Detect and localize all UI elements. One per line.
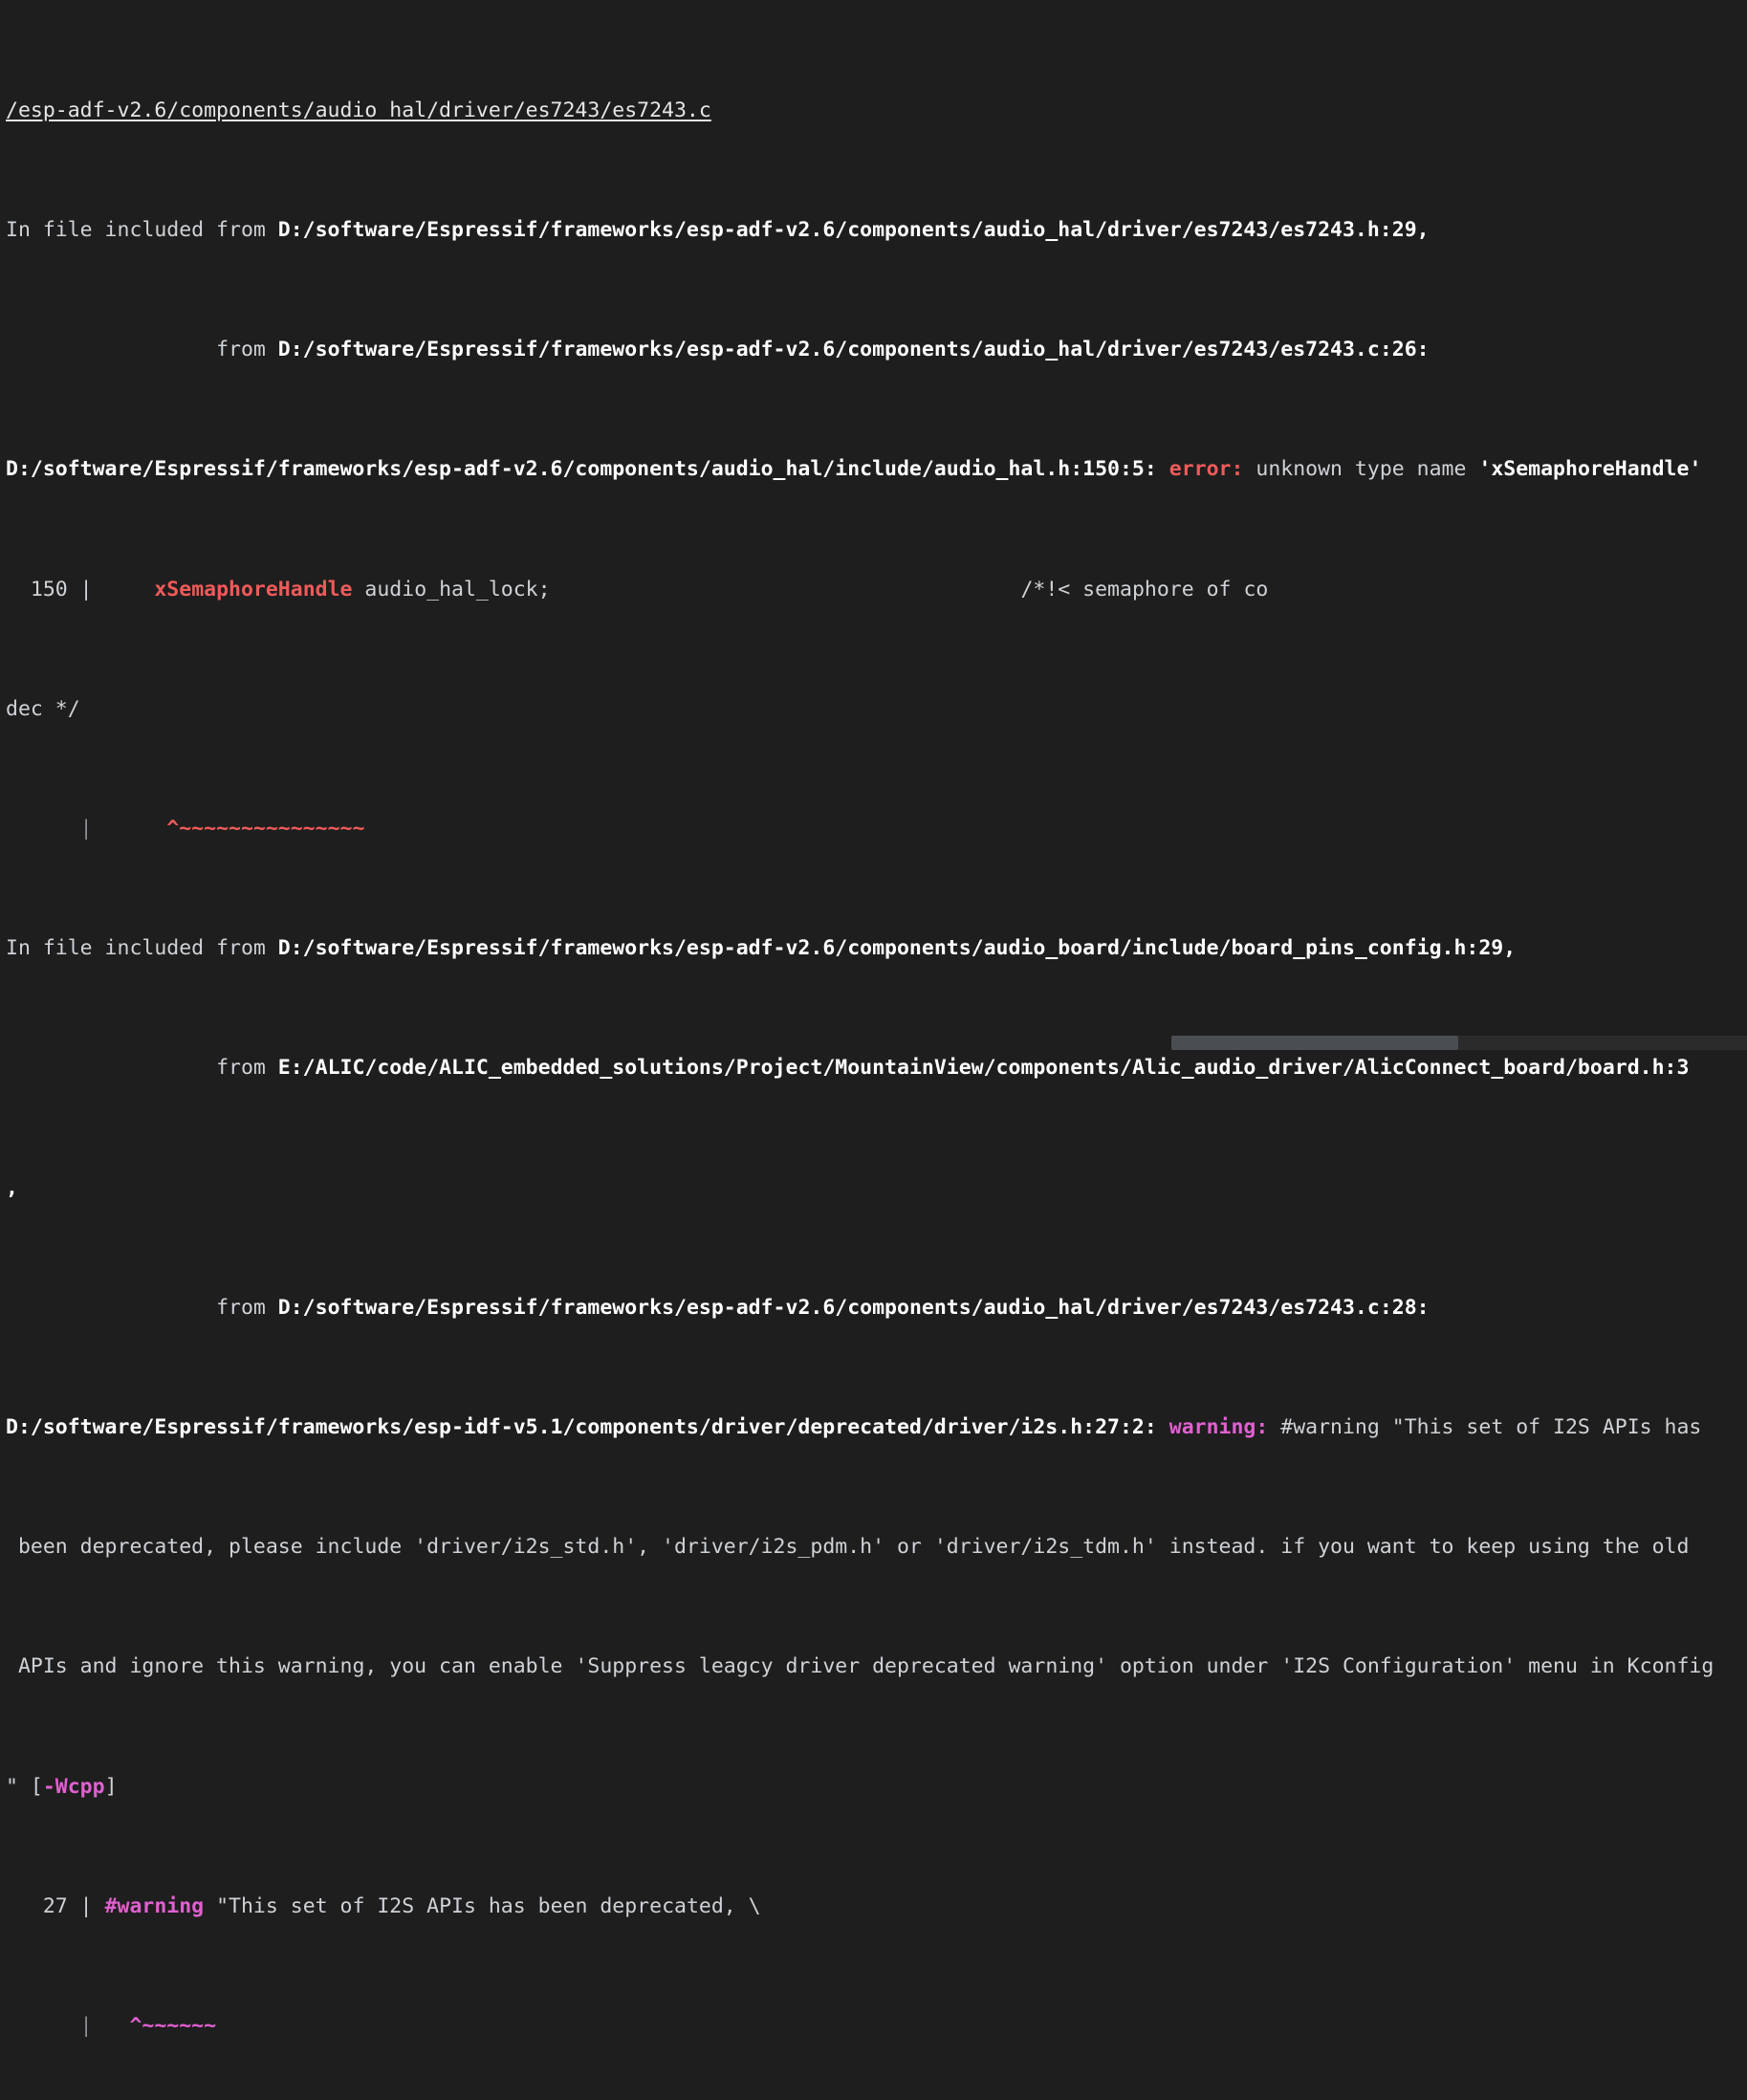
include-trace-line: In file included from D:/software/Espres… <box>6 215 1747 245</box>
source-indent <box>93 578 155 602</box>
diagnostic-message: unknown type name <box>1243 457 1479 482</box>
warning-flag: -Wcpp <box>42 1774 105 1799</box>
include-trace-line: from E:/ALIC/code/ALIC_embedded_solution… <box>6 1053 1747 1083</box>
wrapped-text: dec */ <box>6 696 80 721</box>
include-trace-prefix: from <box>6 338 278 362</box>
diagnostic-flag-line: " [-Wcpp] <box>6 1772 1747 1802</box>
diagnostic-path: D:/software/Espressif/frameworks/esp-idf… <box>6 1414 1157 1439</box>
include-trace-prefix: In file included from <box>6 936 278 961</box>
gutter-bar: | <box>6 2013 105 2038</box>
diagnostic-header: D:/software/Espressif/frameworks/esp-idf… <box>6 1412 1747 1442</box>
flag-bracket-close: ] <box>104 1774 118 1799</box>
terminal-output: /esp-adf-v2.6/components/audio_hal/drive… <box>0 0 1747 2100</box>
include-trace-line: In file included from D:/software/Espres… <box>6 933 1747 963</box>
include-trace-path: D:/software/Espressif/frameworks/esp-adf… <box>277 1295 1430 1320</box>
wrapped-text: been deprecated, please include 'driver/… <box>6 1535 1690 1560</box>
error-squiggle: ^~~~~~~~~~~~~~~~ <box>92 817 365 842</box>
include-trace-prefix: from <box>6 1056 278 1081</box>
wrapped-text: , <box>6 1175 18 1200</box>
file-path-link[interactable]: /esp-adf-v2.6/components/audio_hal/drive… <box>6 98 711 122</box>
source-code-rest: audio_hal_lock; /*!< semaphore of co <box>352 577 1269 602</box>
diagnostic-path: D:/software/Espressif/frameworks/esp-adf… <box>6 457 1157 482</box>
diagnostic-message: #warning "This set of I2S APIs has <box>1268 1414 1702 1439</box>
include-trace-path: E:/ALIC/code/ALIC_embedded_solutions/Pro… <box>277 1056 1690 1081</box>
include-trace-prefix: In file included from <box>6 218 278 243</box>
horizontal-scrollbar-thumb[interactable] <box>1171 1036 1458 1050</box>
highlighted-type-token: xSemaphoreHandle <box>154 577 353 602</box>
caret-line: | ^~~~~~~~~~~~~~~~ <box>6 814 1747 843</box>
caret-line: | ^~~~~~~ <box>6 2011 1747 2041</box>
wrapped-text: APIs and ignore this warning, you can en… <box>6 1654 1714 1679</box>
source-line-number: 150 | <box>6 577 93 602</box>
source-snippet-line: 150 | xSemaphoreHandle audio_hal_lock; /… <box>6 575 1747 604</box>
include-trace-path: D:/software/Espressif/frameworks/esp-adf… <box>277 338 1430 362</box>
highlighted-directive-token: #warning <box>104 1893 205 1918</box>
diagnostic-severity-warning: warning: <box>1168 1414 1269 1439</box>
source-snippet-wrap: dec */ <box>6 694 1747 724</box>
diagnostic-severity-error: error: <box>1168 457 1244 482</box>
flag-bracket-open: " [ <box>6 1774 43 1799</box>
warning-squiggle: ^~~~~~~ <box>104 2013 217 2038</box>
diagnostic-token: 'xSemaphoreHandle' <box>1478 457 1702 482</box>
diagnostic-header: D:/software/Espressif/frameworks/esp-adf… <box>6 454 1747 484</box>
include-trace-path: D:/software/Espressif/frameworks/esp-adf… <box>277 936 1517 961</box>
include-trace-line: from D:/software/Espressif/frameworks/es… <box>6 335 1747 364</box>
source-snippet-line: 27 | #warning "This set of I2S APIs has … <box>6 1892 1747 1921</box>
include-trace-line: from D:/software/Espressif/frameworks/es… <box>6 1293 1747 1323</box>
diagnostic-message-wrap: APIs and ignore this warning, you can en… <box>6 1652 1747 1681</box>
source-line-number: 27 | <box>6 1893 105 1918</box>
source-code-rest: "This set of I2S APIs has been deprecate… <box>204 1893 761 1918</box>
build-output-file-header[interactable]: /esp-adf-v2.6/components/audio_hal/drive… <box>6 96 1747 125</box>
diagnostic-message-wrap: been deprecated, please include 'driver/… <box>6 1532 1747 1562</box>
include-trace-path: D:/software/Espressif/frameworks/esp-adf… <box>277 218 1430 243</box>
include-trace-wrap: , <box>6 1173 1747 1203</box>
include-trace-prefix: from <box>6 1295 278 1320</box>
gutter-bar: | <box>6 817 93 842</box>
